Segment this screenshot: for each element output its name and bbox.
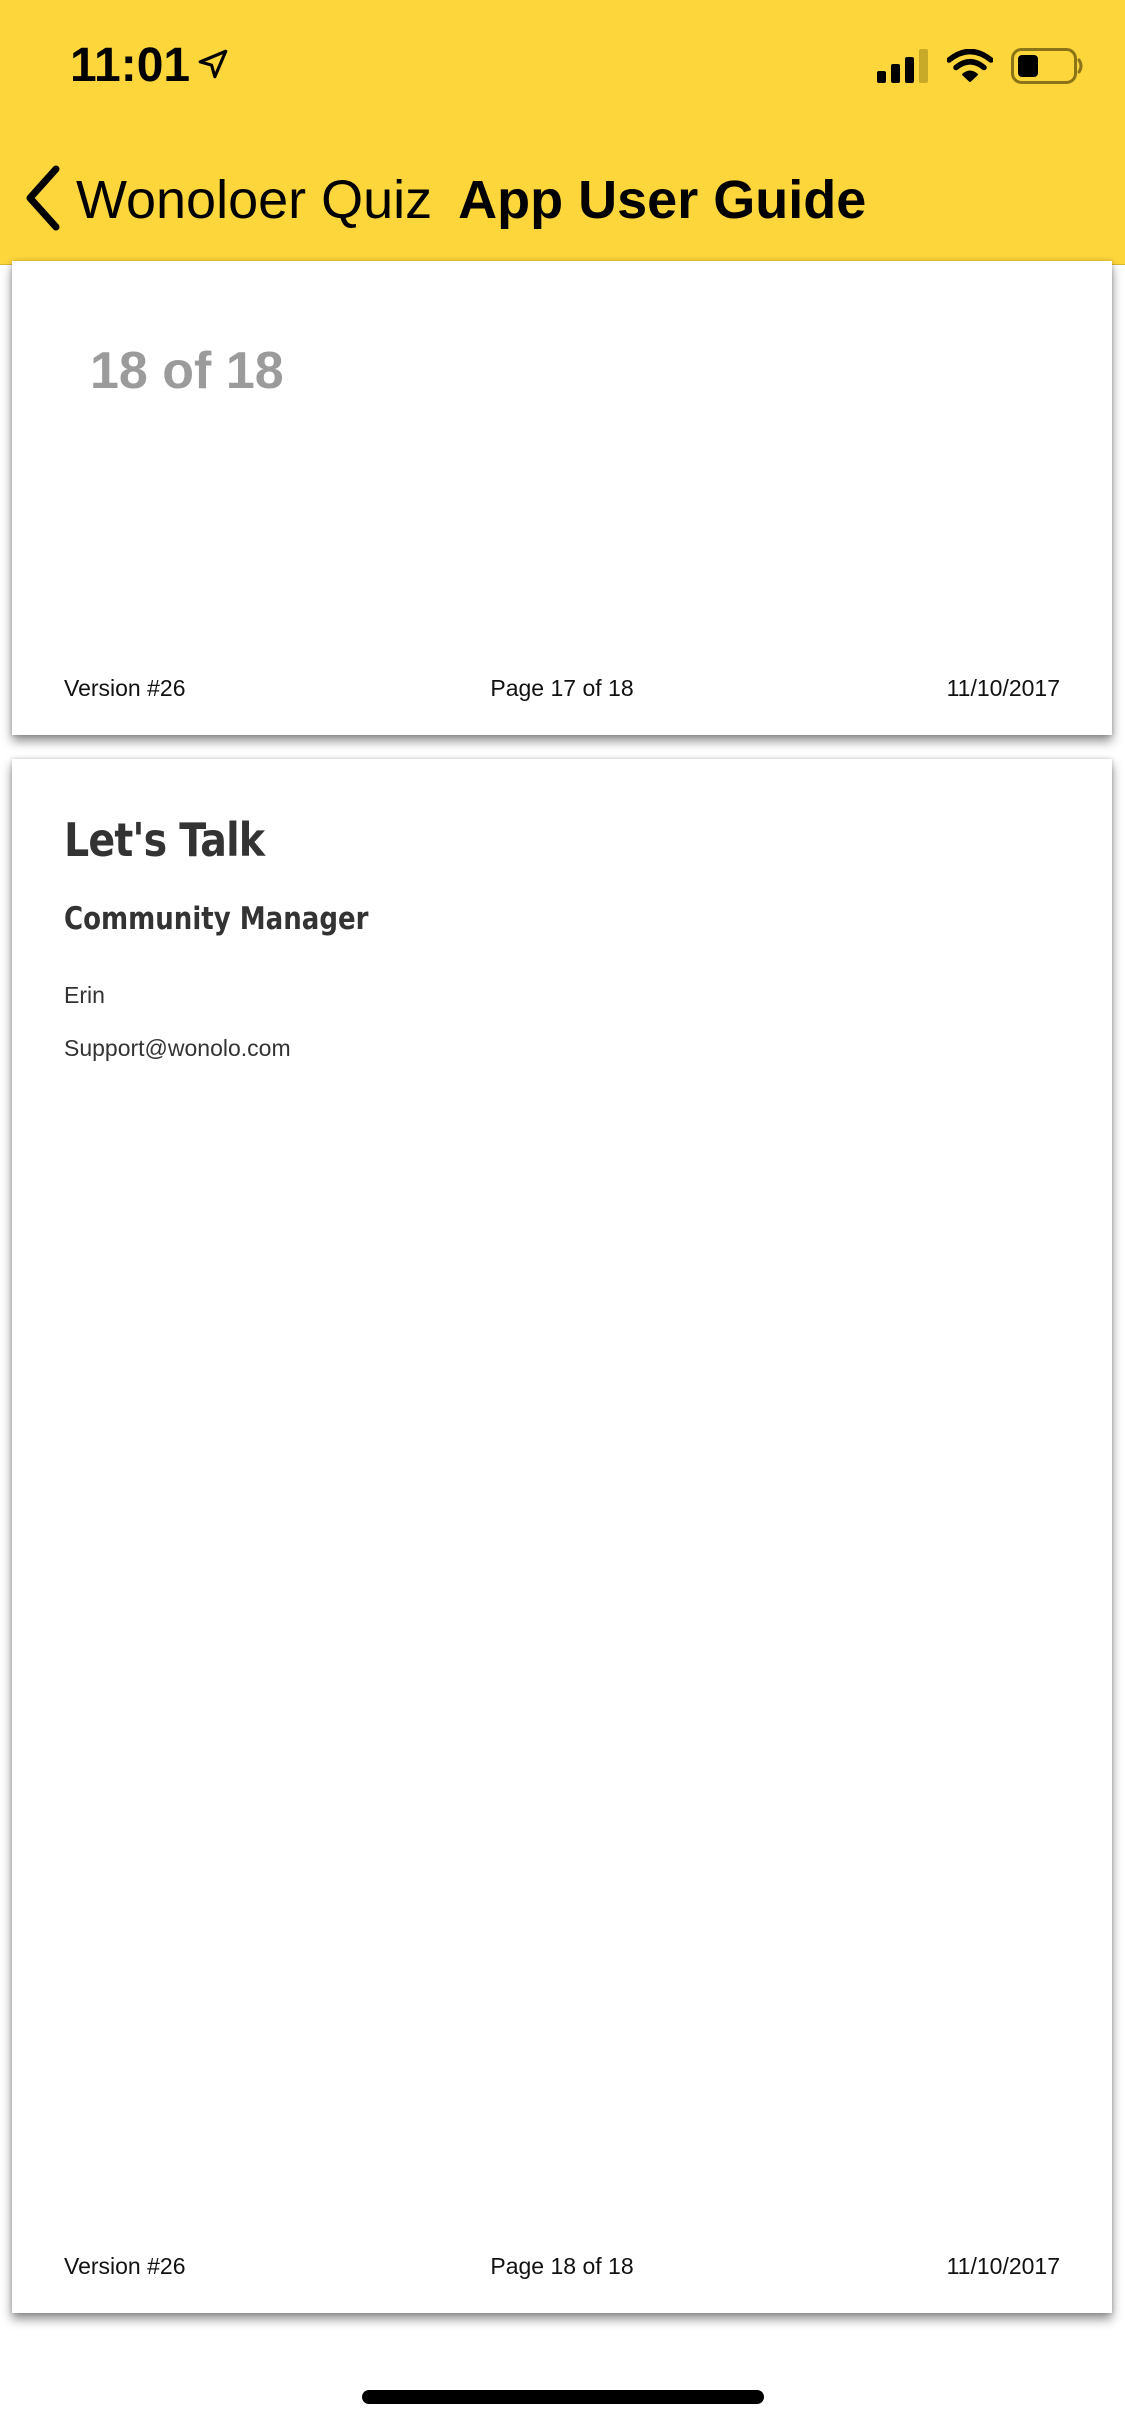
status-indicators xyxy=(877,48,1085,89)
back-button-label: Wonoloer Quiz xyxy=(76,170,433,230)
document-page-18: Let's Talk Community Manager Erin Suppor… xyxy=(12,759,1112,2313)
page-footer: Version #26 Page 18 of 18 11/10/2017 xyxy=(64,2253,1060,2287)
status-time: 11:01 xyxy=(70,38,230,93)
contact-email: Support@wonolo.com xyxy=(64,1035,291,1061)
footer-page-number: Page 18 of 18 xyxy=(490,2253,634,2279)
nav-title: App User Guide xyxy=(458,170,867,230)
chevron-left-icon xyxy=(22,165,62,236)
home-indicator[interactable] xyxy=(362,2390,764,2404)
page-subheading: Community Manager xyxy=(64,901,369,937)
footer-date: 11/10/2017 xyxy=(946,2253,1060,2279)
back-button[interactable]: Wonoloer Quiz xyxy=(22,165,432,236)
battery-icon xyxy=(1011,48,1085,89)
navigation-header: 11:01 Wonoloer Quiz App User Guide xyxy=(0,0,1125,265)
page-footer: Version #26 Page 17 of 18 11/10/2017 xyxy=(64,675,1060,709)
location-arrow-icon xyxy=(196,38,230,93)
document-viewer[interactable]: 18 of 18 Version #26 Page 17 of 18 11/10… xyxy=(0,261,1125,2436)
footer-date: 11/10/2017 xyxy=(946,675,1060,701)
document-page-17: 18 of 18 Version #26 Page 17 of 18 11/10… xyxy=(12,261,1112,735)
nav-bar: Wonoloer Quiz App User Guide xyxy=(0,160,1125,240)
page-heading: Let's Talk xyxy=(64,813,265,867)
contact-name: Erin xyxy=(64,982,105,1008)
cellular-signal-icon xyxy=(877,49,929,88)
footer-page-number: Page 17 of 18 xyxy=(490,675,634,701)
status-time-label: 11:01 xyxy=(70,39,191,92)
wifi-icon xyxy=(946,48,994,88)
page-counter: 18 of 18 xyxy=(90,342,284,400)
